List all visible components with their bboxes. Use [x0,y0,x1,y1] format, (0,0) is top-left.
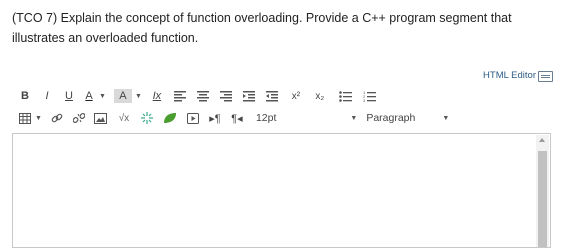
block-format-dropdown[interactable]: ▼ [350,115,357,122]
table-icon[interactable] [18,109,32,127]
text-color-label: A [85,90,93,102]
background-color-dropdown[interactable]: ▼ [135,93,142,100]
media-icon[interactable] [186,109,200,127]
background-color-button[interactable]: A [113,89,132,103]
block-format-select[interactable]: Paragraph [366,109,415,127]
rtl-icon[interactable]: ¶◂ [230,109,244,127]
align-left-icon[interactable] [173,87,187,105]
subscript-button[interactable]: x₂ [313,87,327,105]
keyboard-icon [538,71,553,82]
svg-text:3: 3 [363,98,366,102]
ltr-icon[interactable]: ▸¶ [208,109,222,127]
outdent-icon[interactable] [265,87,279,105]
align-right-icon[interactable] [219,87,233,105]
clear-format-label: Ix [152,90,162,102]
scroll-up-arrow-icon[interactable] [539,138,545,142]
toolbar-row-1: B I U A ▼ A ▼ Ix x² x₂ 123 [18,86,377,106]
bullet-list-icon[interactable] [339,87,353,105]
html-editor-link[interactable]: HTML Editor [483,70,553,82]
toolbar-row-2: ▼ √x ▸¶ ¶◂ 12pt ▼ Paragraph ▼ [18,108,449,128]
text-color-dropdown[interactable]: ▼ [99,93,106,100]
table-dropdown[interactable]: ▼ [35,115,42,122]
font-size-select[interactable]: 12pt [256,109,276,127]
unlink-icon[interactable] [72,109,86,127]
bold-button[interactable]: B [18,87,32,105]
underline-button[interactable]: U [62,87,76,105]
html-editor-label: HTML Editor [483,70,536,81]
indent-icon[interactable] [242,87,256,105]
leaf-icon[interactable] [163,109,177,127]
editor-scrollbar[interactable] [536,135,549,247]
math-icon[interactable]: √x [117,109,131,127]
question-text: (TCO 7) Explain the concept of function … [12,11,512,45]
image-icon[interactable] [94,109,108,127]
rich-text-editor[interactable] [12,133,551,248]
superscript-button[interactable]: x² [289,87,303,105]
link-icon[interactable] [50,109,64,127]
background-color-label: A [119,90,127,102]
clear-format-button[interactable]: Ix [150,87,164,105]
scroll-thumb[interactable] [538,151,547,247]
align-center-icon[interactable] [196,87,210,105]
numbered-list-icon[interactable]: 123 [363,87,377,105]
toolbar-more-dropdown[interactable]: ▼ [442,115,449,122]
italic-button[interactable]: I [40,87,54,105]
sparkle-icon[interactable] [140,109,154,127]
text-color-button[interactable]: A [82,87,96,105]
